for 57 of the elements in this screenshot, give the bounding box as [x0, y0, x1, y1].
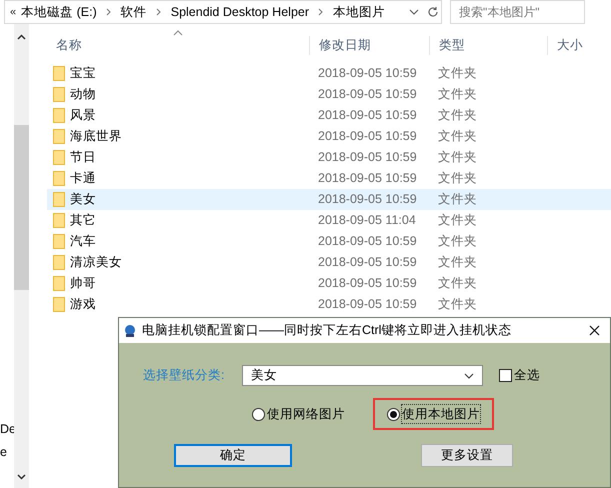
address-bar[interactable]: « 本地磁盘 (E:) 软件 Splendid Desktop Helper 本地图片 [4, 0, 442, 24]
category-label: 选择壁纸分类: [143, 367, 226, 384]
chevron-right-icon[interactable] [106, 8, 112, 16]
folder-icon [53, 66, 65, 81]
radio-button[interactable] [387, 408, 400, 420]
radio-label[interactable]: 使用网络图片 [267, 404, 345, 424]
scrollbar-thumb[interactable] [14, 125, 29, 290]
chevron-right-icon[interactable] [318, 8, 324, 16]
folder-icon [53, 255, 65, 270]
file-row[interactable]: 清凉美女 2018-09-05 10:59 文件夹 [47, 252, 611, 273]
radio-button[interactable] [252, 408, 265, 420]
folder-icon [53, 150, 65, 165]
file-row[interactable]: 宝宝 2018-09-05 10:59 文件夹 [47, 63, 611, 84]
file-row[interactable]: 海底世界 2018-09-05 10:59 文件夹 [47, 126, 611, 147]
folder-icon [53, 297, 65, 312]
folder-icon [53, 213, 65, 228]
breadcrumb[interactable]: 软件 [120, 2, 147, 22]
folder-icon [53, 276, 65, 291]
file-row[interactable]: 美女 2018-09-05 10:59 文件夹 [47, 189, 611, 210]
folder-icon [53, 87, 65, 102]
breadcrumb[interactable]: 本地图片 [333, 2, 386, 22]
breadcrumb[interactable]: 本地磁盘 (E:) [21, 2, 97, 22]
file-row[interactable]: 动物 2018-09-05 10:59 文件夹 [47, 84, 611, 105]
checkbox-label[interactable]: 全选 [514, 366, 540, 385]
close-icon[interactable] [589, 325, 600, 336]
category-dropdown[interactable]: 美女 [242, 365, 483, 386]
file-row[interactable]: 帅哥 2018-09-05 10:59 文件夹 [47, 273, 611, 294]
checkbox[interactable] [499, 369, 512, 382]
folder-icon [53, 234, 65, 249]
folder-icon [53, 108, 65, 123]
column-header[interactable]: 类型 [439, 38, 465, 52]
chevron-right-icon[interactable] [156, 8, 162, 16]
dialog-title: 电脑挂机锁配置窗口——同时按下左右Ctrl键将立即进入挂机状态 [142, 322, 512, 340]
search-field[interactable]: 搜索"本地图片" [450, 0, 585, 24]
refresh-icon[interactable] [427, 6, 439, 18]
overflow-chevron-icon[interactable]: « [7, 4, 20, 20]
scrollbar[interactable] [14, 24, 29, 488]
app-icon [123, 324, 137, 338]
scroll-down-icon[interactable] [17, 474, 26, 480]
column-header[interactable]: 名称 [56, 38, 82, 52]
column-header[interactable]: 大小 [557, 38, 583, 52]
breadcrumb[interactable]: Splendid Desktop Helper [170, 2, 310, 22]
file-row[interactable]: 卡通 2018-09-05 10:59 文件夹 [47, 168, 611, 189]
nav-item-text[interactable]: e [0, 443, 7, 462]
scroll-up-icon[interactable] [17, 34, 26, 40]
sort-ascending-icon [173, 30, 183, 36]
file-row[interactable]: 风景 2018-09-05 10:59 文件夹 [47, 105, 611, 126]
folder-icon [53, 171, 65, 186]
file-row[interactable]: 其它 2018-09-05 11:04 文件夹 [47, 210, 611, 231]
ok-button[interactable]: 确定 [174, 444, 292, 467]
file-row[interactable]: 节日 2018-09-05 10:59 文件夹 [47, 147, 611, 168]
more-settings-button[interactable]: 更多设置 [421, 444, 513, 467]
file-row[interactable]: 游戏 2018-09-05 10:59 文件夹 [47, 294, 611, 315]
folder-icon [53, 192, 65, 207]
folder-icon [53, 129, 65, 144]
column-header[interactable]: 修改日期 [319, 38, 371, 52]
file-row[interactable]: 汽车 2018-09-05 10:59 文件夹 [47, 231, 611, 252]
